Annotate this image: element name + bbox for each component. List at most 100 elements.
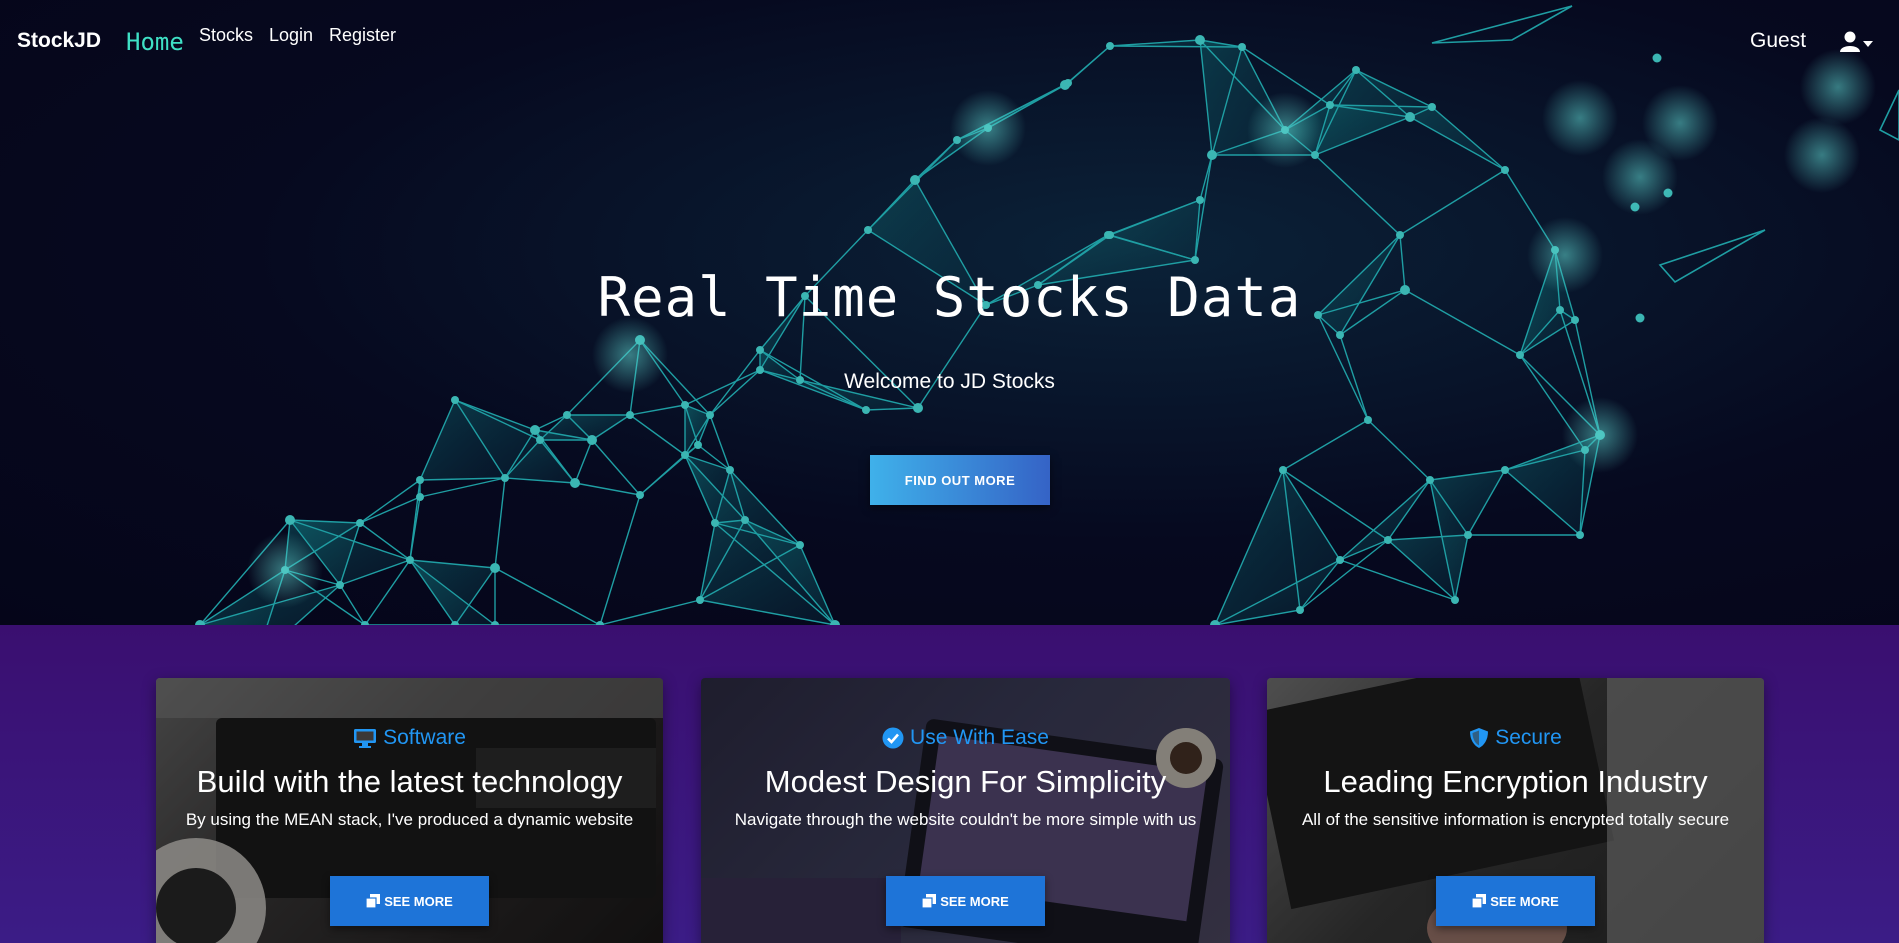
network-node: [636, 491, 644, 499]
network-edge: [591, 439, 641, 496]
network-node: [406, 556, 414, 564]
network-node: [501, 474, 509, 482]
network-edge: [1399, 169, 1506, 236]
nav-home-link[interactable]: Home: [126, 28, 184, 56]
network-node: [336, 581, 344, 589]
see-more-label: SEE MORE: [384, 893, 453, 909]
network-edge: [1367, 419, 1431, 481]
see-more-button[interactable]: SEE MORE: [1436, 876, 1595, 926]
network-node: [1451, 596, 1459, 604]
brand-logo[interactable]: StockJD: [17, 29, 101, 53]
hero-section: StockJD Home Stocks Login Register Guest…: [0, 0, 1899, 625]
shield-icon: [1470, 728, 1489, 748]
network-node: [796, 541, 804, 549]
network-node: [1364, 416, 1372, 424]
network-edge: [599, 599, 701, 625]
network-node: [711, 519, 719, 527]
card-text: By using the MEAN stack, I've produced a…: [185, 810, 634, 829]
network-node: [1191, 256, 1199, 264]
network-node: [1106, 231, 1114, 239]
network-facet: [1410, 107, 1505, 170]
network-node: [451, 396, 459, 404]
desktop-icon: [354, 729, 377, 748]
network-node: [1428, 103, 1436, 111]
network-node: [563, 411, 571, 419]
network-glow: [1562, 397, 1638, 473]
features-section: Software Build with the latest technolog…: [0, 625, 1899, 943]
network-node: [1336, 331, 1344, 339]
guest-label: Guest: [1750, 29, 1807, 52]
nav-login-link[interactable]: Login: [269, 25, 313, 46]
network-glow: [1784, 117, 1860, 193]
network-node: [356, 519, 364, 527]
network-node: [416, 476, 424, 484]
network-node: [1296, 606, 1304, 614]
network-node: [1464, 531, 1472, 539]
network-node: [706, 411, 714, 419]
network-edge: [494, 567, 601, 625]
network-node: [1501, 166, 1509, 174]
see-more-button[interactable]: SEE MORE: [330, 876, 489, 926]
clone-icon: [1472, 894, 1487, 908]
network-edge: [409, 479, 421, 561]
hero-subtitle: Welcome to JD Stocks: [844, 370, 1055, 393]
see-more-label: SEE MORE: [940, 893, 1009, 909]
nav-stocks-link[interactable]: Stocks: [199, 25, 253, 46]
see-more-button[interactable]: SEE MORE: [886, 876, 1045, 926]
card-text: All of the sensitive information is encr…: [1301, 810, 1730, 829]
card-tag-label: Software: [383, 726, 466, 749]
network-node: [570, 478, 580, 488]
network-node: [1207, 150, 1217, 160]
card-tag-label: Use With Ease: [910, 726, 1049, 749]
network-edge: [914, 139, 958, 181]
card-title: Leading Encryption Industry: [1323, 764, 1708, 799]
network-node: [587, 435, 597, 445]
network-edge: [629, 414, 686, 456]
network-node: [862, 406, 870, 414]
network-node: [694, 441, 702, 449]
hero-title: Real Time Stocks Data: [597, 266, 1302, 329]
network-shard: [1878, 89, 1899, 141]
find-out-more-button[interactable]: FIND OUT MORE: [870, 455, 1050, 505]
user-menu-button[interactable]: [1838, 30, 1874, 56]
network-node: [490, 563, 500, 573]
network-node: [1279, 466, 1287, 474]
caret-down-icon: [1863, 41, 1873, 47]
card-title: Build with the latest technology: [196, 764, 623, 799]
see-more-label: SEE MORE: [1490, 893, 1559, 909]
network-node: [1396, 231, 1404, 239]
network-edge: [629, 404, 686, 416]
network-node: [696, 596, 704, 604]
card-title: Modest Design For Simplicity: [764, 764, 1167, 799]
navbar: StockJD Home Stocks Login Register Guest: [0, 0, 1899, 80]
network-node: [1384, 536, 1392, 544]
feature-card-ease: Use With Ease Modest Design For Simplici…: [701, 678, 1230, 943]
network-glow: [247, 532, 323, 608]
network-node: [626, 411, 634, 419]
card-tag: Software: [156, 726, 663, 750]
check-circle-icon: [882, 727, 904, 749]
network-node: [1336, 556, 1344, 564]
network-edge: [1282, 419, 1369, 471]
feature-card-secure: Secure Leading Encryption Industry All o…: [1267, 678, 1764, 943]
network-node: [1516, 351, 1524, 359]
network-node: [910, 175, 920, 185]
network-node: [1060, 80, 1070, 90]
network-node: [1426, 476, 1434, 484]
network-glow: [1247, 92, 1323, 168]
network-node: [913, 403, 923, 413]
network-node: [1405, 112, 1415, 122]
network-edge: [1314, 154, 1401, 236]
network-node: [285, 515, 295, 525]
network-node: [536, 436, 544, 444]
network-edge: [494, 477, 506, 569]
network-node: [1196, 196, 1204, 204]
card-text: Navigate through the website couldn't be…: [734, 810, 1197, 829]
network-node: [756, 346, 764, 354]
network-glow: [1542, 80, 1618, 156]
nav-register-link[interactable]: Register: [329, 25, 396, 46]
network-edge: [599, 494, 641, 625]
card-tag-label: Secure: [1495, 726, 1562, 749]
network-edge: [574, 439, 593, 484]
network-edge: [339, 584, 366, 625]
